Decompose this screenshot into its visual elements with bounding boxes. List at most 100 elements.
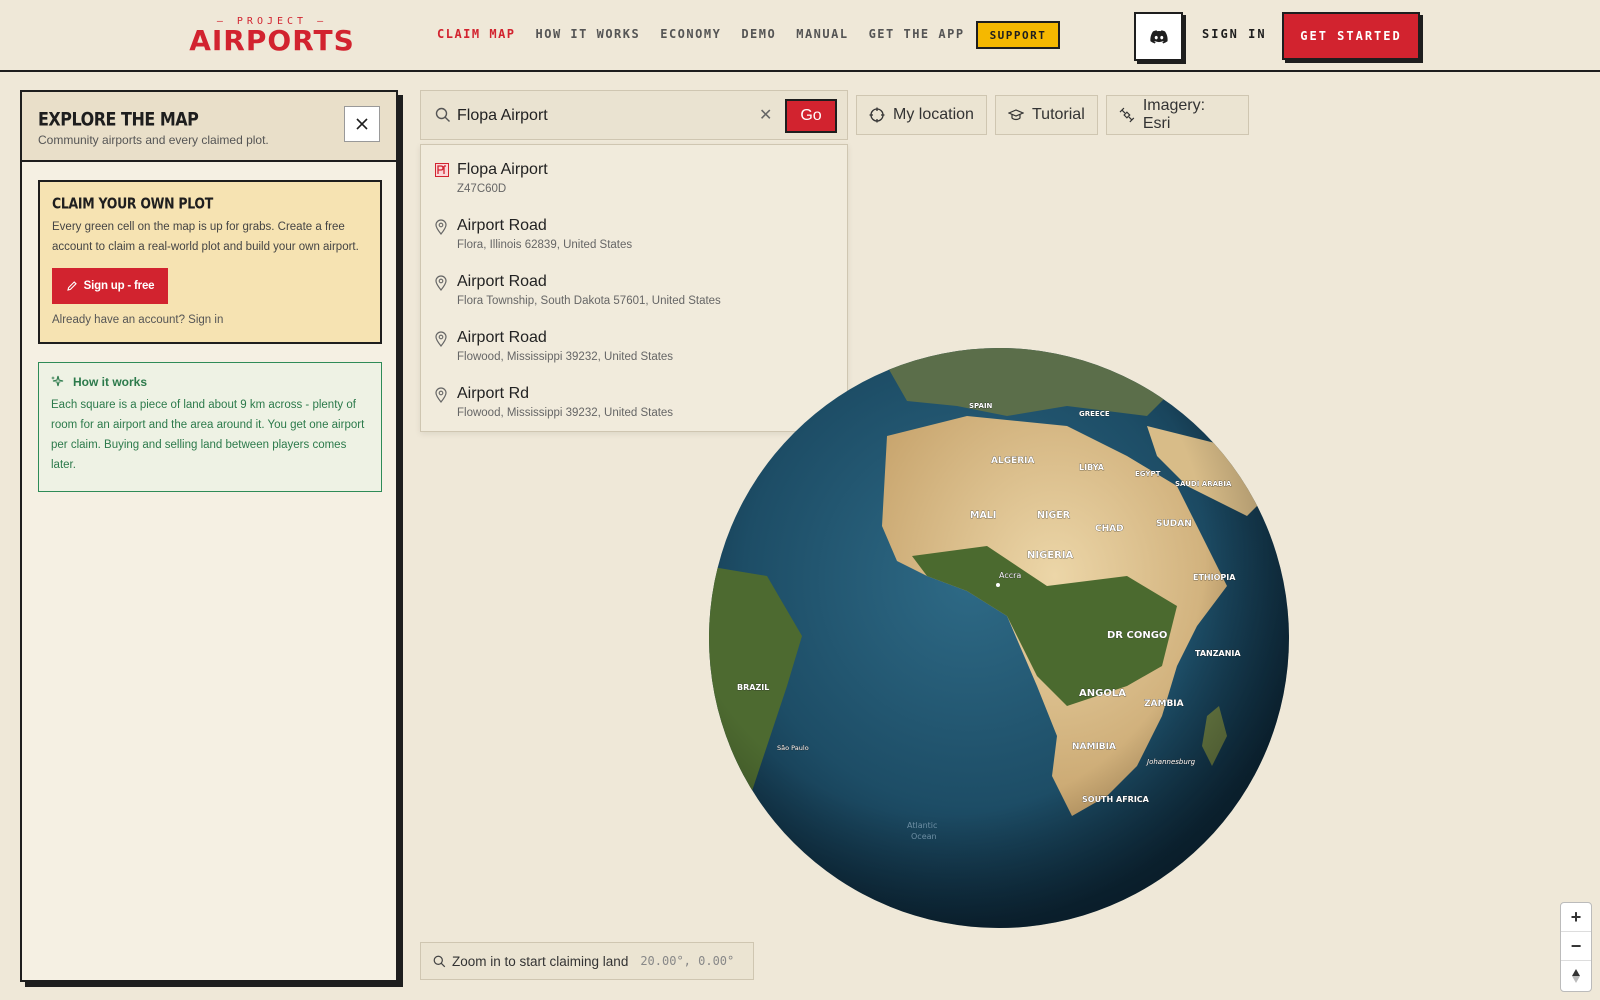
pin-icon bbox=[435, 387, 447, 408]
claim-card-title: CLAIM YOUR OWN PLOT bbox=[52, 194, 213, 212]
map-label: EGYPT bbox=[1135, 470, 1161, 478]
search-bar: ✕ Go bbox=[420, 90, 848, 140]
globe-svg[interactable]: SPAIN GREECE ALGERIA LIBYA EGYPT SAUDI A… bbox=[707, 346, 1291, 930]
nav-economy[interactable]: ECONOMY bbox=[660, 27, 721, 41]
map-label: SUDAN bbox=[1156, 519, 1192, 529]
result-title: Airport Road bbox=[457, 329, 547, 346]
panel-subtitle: Community airports and every claimed plo… bbox=[38, 133, 269, 147]
map-label: Johannesburg bbox=[1145, 758, 1196, 766]
search-result-item[interactable]: Flopa Airport Z47C60D bbox=[421, 157, 849, 213]
pencil-icon bbox=[66, 281, 77, 291]
top-navigation-bar: — PROJECT — AIRPORTS CLAIM MAP HOW IT WO… bbox=[0, 0, 1600, 72]
globe-shading bbox=[709, 348, 1289, 928]
imagery-label: Imagery: Esri bbox=[1142, 97, 1206, 132]
search-input[interactable] bbox=[457, 103, 727, 129]
go-button[interactable]: Go bbox=[785, 99, 837, 133]
pin-icon bbox=[435, 275, 447, 296]
map-label: DR CONGO bbox=[1107, 630, 1167, 641]
map-label: Ocean bbox=[911, 832, 937, 841]
how-it-works-card: How it works Each square is a piece of l… bbox=[38, 362, 382, 492]
coordinate-readout: 20.00°, 0.00° bbox=[640, 954, 735, 968]
map-label: GREECE bbox=[1079, 410, 1110, 418]
zoom-controls: + − bbox=[1560, 902, 1592, 992]
discord-icon bbox=[1149, 29, 1168, 43]
map-label: ANGOLA bbox=[1079, 688, 1126, 699]
result-subtitle: Flora Township, South Dakota 57601, Unit… bbox=[457, 295, 721, 307]
map-label: Atlantic bbox=[907, 821, 937, 830]
panel-title: EXPLORE THE MAP bbox=[38, 108, 199, 130]
map-label: ZAMBIA bbox=[1144, 699, 1184, 709]
world-globe-map[interactable]: SPAIN GREECE ALGERIA LIBYA EGYPT SAUDI A… bbox=[707, 346, 1291, 930]
result-title: Flopa Airport bbox=[457, 161, 548, 178]
result-subtitle: Flowood, Mississippi 39232, United State… bbox=[457, 407, 674, 419]
accra-marker bbox=[996, 583, 1000, 587]
search-result-item[interactable]: Airport Road Flora, Illinois 62839, Unit… bbox=[421, 213, 849, 269]
sign-up-label: Sign up - free bbox=[83, 280, 155, 292]
result-title: Airport Rd bbox=[457, 385, 530, 402]
zoom-search-icon bbox=[433, 955, 446, 967]
zoom-out-button[interactable]: − bbox=[1561, 932, 1591, 961]
discord-button[interactable] bbox=[1134, 12, 1183, 61]
map-label: ALGERIA bbox=[991, 456, 1035, 466]
map-label: BRAZIL bbox=[737, 683, 769, 692]
satellite-icon bbox=[1119, 107, 1135, 123]
map-label: SOUTH AFRICA bbox=[1082, 795, 1150, 804]
clear-search-icon[interactable]: ✕ bbox=[759, 105, 772, 125]
nav-demo[interactable]: DEMO bbox=[741, 27, 776, 41]
map-label: NIGERIA bbox=[1027, 550, 1074, 561]
search-result-item[interactable]: Airport Road Flora Township, South Dakot… bbox=[421, 269, 849, 325]
get-started-button[interactable]: GET STARTED bbox=[1282, 12, 1420, 60]
map-label: Accra bbox=[999, 571, 1021, 580]
result-title: Airport Road bbox=[457, 217, 547, 234]
map-label: LIBYA bbox=[1079, 463, 1105, 472]
nav-manual[interactable]: MANUAL bbox=[796, 27, 848, 41]
panel-close-button[interactable] bbox=[344, 106, 380, 142]
result-subtitle: Flora, Illinois 62839, United States bbox=[457, 239, 633, 251]
tutorial-label: Tutorial bbox=[1032, 106, 1085, 123]
result-title: Airport Road bbox=[457, 273, 547, 290]
nav-claim-map[interactable]: CLAIM MAP bbox=[437, 27, 516, 41]
support-button[interactable]: SUPPORT bbox=[976, 21, 1060, 49]
crosshair-icon bbox=[869, 107, 885, 123]
panel-header: EXPLORE THE MAP Community airports and e… bbox=[22, 92, 396, 162]
compass-button[interactable] bbox=[1561, 961, 1591, 990]
my-location-label: My location bbox=[893, 106, 974, 123]
tutorial-button[interactable]: Tutorial bbox=[995, 95, 1098, 135]
map-label: NIGER bbox=[1037, 510, 1071, 521]
sign-in-link[interactable]: SIGN IN bbox=[1202, 27, 1267, 41]
map-label: SAUDI ARABIA bbox=[1175, 480, 1232, 488]
status-bar: Zoom in to start claiming land 20.00°, 0… bbox=[420, 942, 754, 980]
claim-plot-card: CLAIM YOUR OWN PLOT Every green cell on … bbox=[38, 180, 382, 344]
result-subtitle: Flowood, Mississippi 39232, United State… bbox=[457, 351, 674, 363]
already-account-link[interactable]: Already have an account? Sign in bbox=[52, 314, 223, 326]
close-icon bbox=[356, 118, 368, 130]
logo-wordmark: AIRPORTS bbox=[189, 24, 355, 57]
sign-up-free-button[interactable]: Sign up - free bbox=[52, 268, 168, 304]
pin-icon bbox=[435, 219, 447, 240]
graduation-cap-icon bbox=[1008, 109, 1024, 121]
map-label: MALI bbox=[970, 510, 996, 521]
how-it-works-title: How it works bbox=[73, 375, 148, 389]
my-location-button[interactable]: My location bbox=[856, 95, 987, 135]
status-message: Zoom in to start claiming land bbox=[452, 953, 629, 969]
nav-how-it-works[interactable]: HOW IT WORKS bbox=[536, 27, 641, 41]
explore-map-panel: EXPLORE THE MAP Community airports and e… bbox=[20, 90, 398, 982]
nav-get-the-app[interactable]: GET THE APP bbox=[869, 27, 965, 41]
map-label: TANZANIA bbox=[1195, 649, 1241, 658]
compass-icon bbox=[1572, 968, 1580, 983]
airport-icon bbox=[435, 163, 449, 182]
zoom-in-button[interactable]: + bbox=[1561, 903, 1591, 932]
how-it-works-heading: How it works bbox=[51, 375, 369, 389]
result-subtitle: Z47C60D bbox=[457, 183, 507, 195]
sparkle-icon bbox=[51, 375, 64, 387]
map-label: ETHIOPIA bbox=[1193, 573, 1236, 582]
claim-card-text: Every green cell on the map is up for gr… bbox=[52, 221, 359, 253]
how-it-works-text: Each square is a piece of land about 9 k… bbox=[51, 399, 365, 471]
main-nav: CLAIM MAP HOW IT WORKS ECONOMY DEMO MANU… bbox=[437, 27, 985, 41]
search-icon bbox=[435, 107, 451, 128]
imagery-toggle-button[interactable]: Imagery: Esri bbox=[1106, 95, 1249, 135]
pin-icon bbox=[435, 331, 447, 352]
project-airports-logo[interactable]: — PROJECT — AIRPORTS bbox=[181, 14, 363, 58]
map-label: NAMIBIA bbox=[1072, 742, 1116, 752]
map-label: SPAIN bbox=[969, 402, 993, 410]
